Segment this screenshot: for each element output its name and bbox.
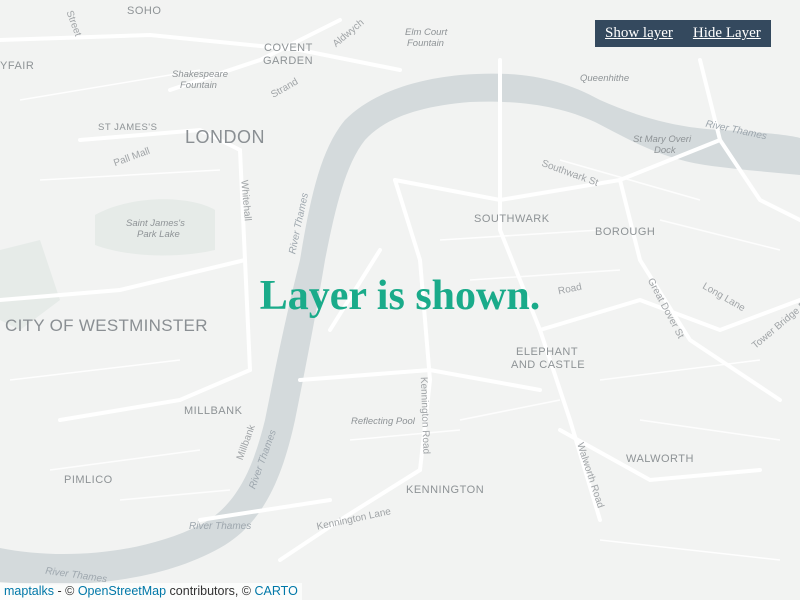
map-label-borough: BOROUGH — [595, 226, 656, 238]
map-label-st-james-park-1: Saint James's — [126, 218, 185, 229]
map-label-kennington: KENNINGTON — [406, 484, 485, 496]
hide-layer-button[interactable]: Hide Layer — [693, 25, 761, 42]
map-label-walworth: WALWORTH — [626, 453, 694, 465]
map-label-shakespeare-1: Shakespeare — [172, 69, 228, 80]
attribution-contributors: contributors, © — [166, 584, 255, 598]
map-label-elm-court-2: Fountain — [407, 38, 444, 49]
layer-toolbar: Show layer Hide Layer — [595, 20, 771, 47]
map-label-covent-garden-1: COVENT — [264, 42, 313, 54]
layer-status-text: Layer is shown. — [259, 273, 541, 319]
map-label-london: LONDON — [185, 127, 266, 147]
map-label-shakespeare-2: Fountain — [180, 80, 217, 91]
map-label-mayfair: YFAIR — [0, 60, 35, 72]
show-layer-button[interactable]: Show layer — [605, 25, 673, 42]
attribution-sep: - © — [54, 584, 78, 598]
map-label-st-james-park-2: Park Lake — [137, 229, 180, 240]
map-label-soho: SOHO — [127, 5, 162, 17]
map-label-queenhithe: Queenhithe — [580, 73, 630, 84]
attribution: maptalks - © OpenStreetMap contributors,… — [0, 583, 302, 600]
map-label-millbank: MILLBANK — [184, 405, 243, 417]
map-label-st-james: ST JAMES'S — [98, 122, 158, 133]
map-label-elm-court-1: Elm Court — [405, 27, 448, 38]
map-label-southwark: SOUTHWARK — [474, 213, 550, 225]
map-label-elephant-1: ELEPHANT — [516, 346, 579, 358]
map-label-pimlico: PIMLICO — [64, 474, 113, 486]
map-label-elephant-2: AND CASTLE — [511, 359, 586, 371]
map-label-st-mary-2: Dock — [654, 145, 676, 156]
maptalks-link[interactable]: maptalks — [4, 584, 54, 598]
map-label-river-thames-4: River Thames — [189, 521, 252, 532]
openstreetmap-link[interactable]: OpenStreetMap — [78, 584, 166, 598]
map-label-covent-garden-2: GARDEN — [263, 55, 314, 67]
map-label-st-mary-1: St Mary Overi — [633, 134, 692, 145]
carto-link[interactable]: CARTO — [255, 584, 298, 598]
map-label-reflecting-pool: Reflecting Pool — [351, 416, 415, 427]
